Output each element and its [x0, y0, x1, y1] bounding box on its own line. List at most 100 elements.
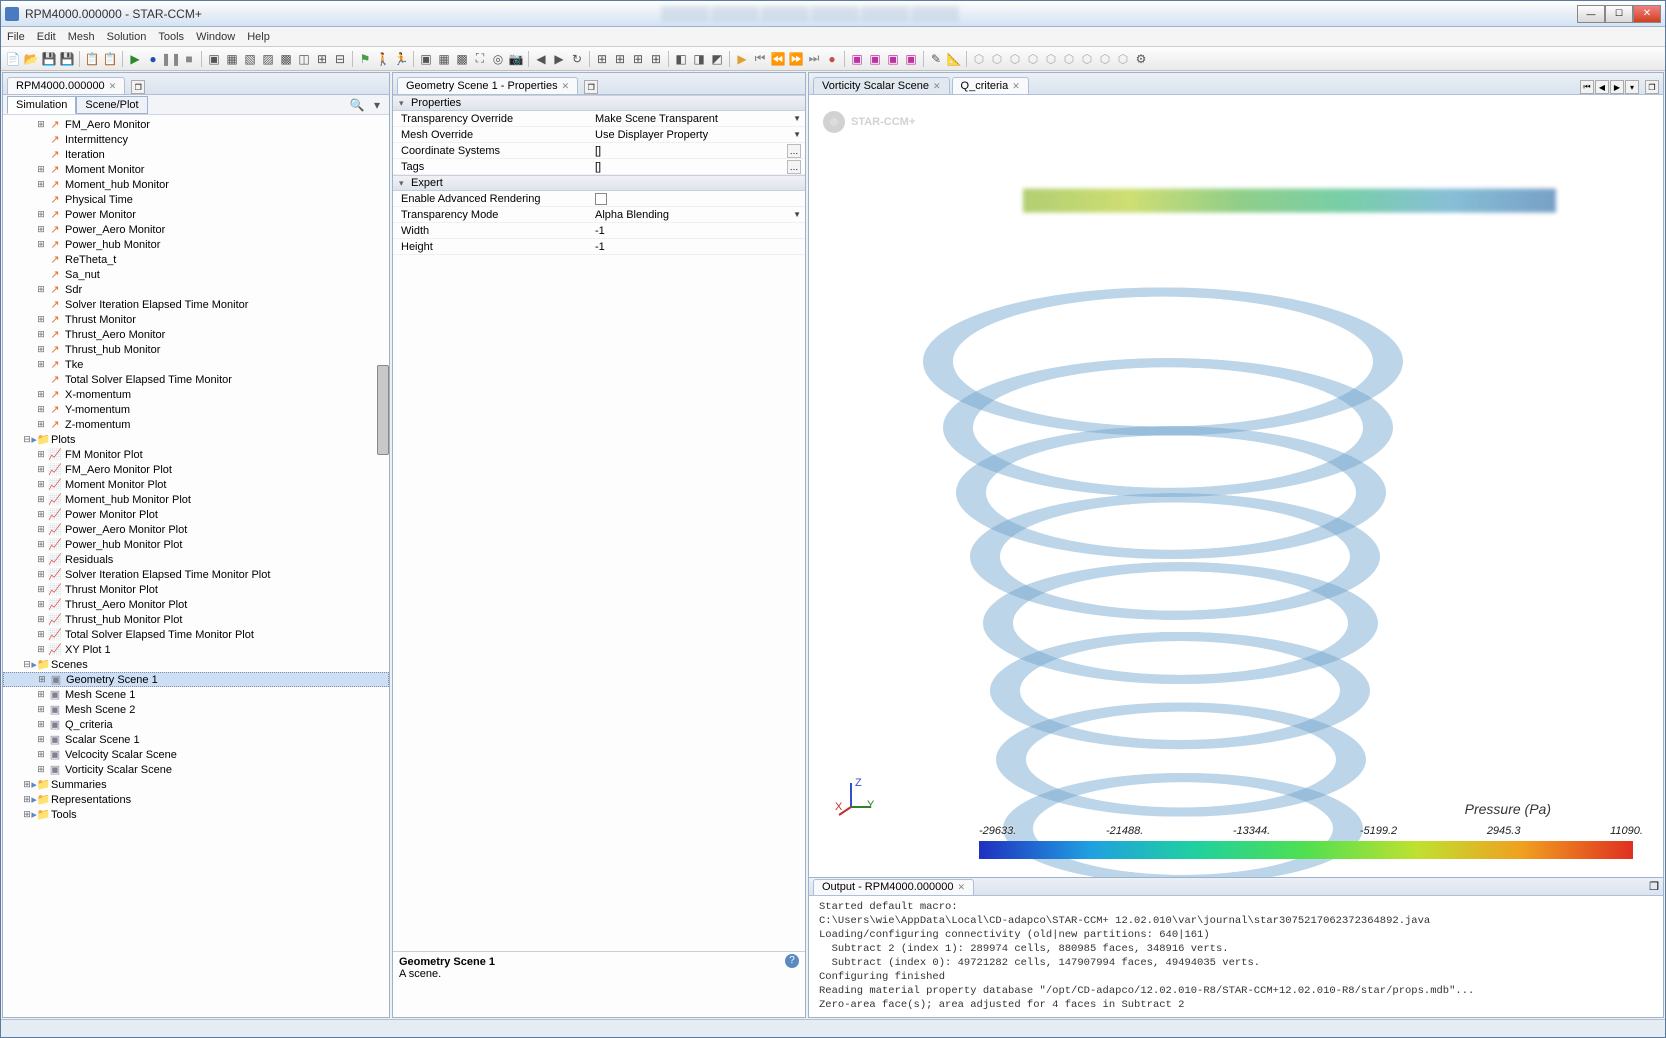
hex4-icon[interactable]: ⬡: [1025, 51, 1041, 67]
expand-icon[interactable]: ⊞: [35, 479, 47, 490]
prop-input[interactable]: [595, 225, 801, 237]
edit-button[interactable]: …: [787, 144, 801, 158]
focus-icon[interactable]: ◎: [490, 51, 506, 67]
expand-icon[interactable]: ⊞: [35, 689, 47, 700]
expand-icon[interactable]: ⊞: [35, 464, 47, 475]
tree-item[interactable]: ⊞📈Power_hub Monitor Plot: [3, 537, 389, 552]
menu-tools[interactable]: Tools: [158, 31, 184, 43]
expand-icon[interactable]: ⊞: [35, 509, 47, 520]
expand-icon[interactable]: ⊞: [36, 674, 48, 685]
cut1-icon[interactable]: ◧: [673, 51, 689, 67]
tab-nav-next-icon[interactable]: ▶: [1610, 80, 1624, 94]
hex2-icon[interactable]: ⬡: [989, 51, 1005, 67]
tab-nav-menu-icon[interactable]: ▾: [1625, 80, 1639, 94]
tree-item[interactable]: ⊞↗Power_Aero Monitor: [3, 222, 389, 237]
tree-item[interactable]: ⊞↗Moment Monitor: [3, 162, 389, 177]
expand-icon[interactable]: ⊞: [35, 164, 47, 175]
scene-tab-vorticity[interactable]: Vorticity Scalar Scene ✕: [813, 77, 950, 94]
run2-icon[interactable]: 🏃: [393, 51, 409, 67]
tree-item[interactable]: ⊞📈Thrust Monitor Plot: [3, 582, 389, 597]
prop-value-cell[interactable]: [591, 225, 805, 237]
expand-icon[interactable]: ⊞: [35, 614, 47, 625]
rec-first-icon[interactable]: ⏮: [752, 51, 768, 67]
expand-icon[interactable]: ⊞: [35, 524, 47, 535]
prop-value-cell[interactable]: Make Scene Transparent▼: [591, 113, 805, 125]
expand-icon[interactable]: ⊞: [35, 719, 47, 730]
axis-triad[interactable]: Z Y X: [837, 781, 877, 821]
expand-icon[interactable]: ⊞: [35, 179, 47, 190]
rec-last-icon[interactable]: ⏭: [806, 51, 822, 67]
ruler-icon[interactable]: 📐: [946, 51, 962, 67]
expand-icon[interactable]: ⊞: [35, 344, 47, 355]
menu-mesh[interactable]: Mesh: [68, 31, 95, 43]
tree-item[interactable]: ⊞↗X-momentum: [3, 387, 389, 402]
menu-window[interactable]: Window: [196, 31, 235, 43]
prev-icon[interactable]: ◀: [533, 51, 549, 67]
expand-icon[interactable]: ⊞: [35, 584, 47, 595]
tree-folder[interactable]: ⊞▸📁Tools: [3, 807, 389, 822]
tree-item[interactable]: ⊞↗Thrust_hub Monitor: [3, 342, 389, 357]
expand-icon[interactable]: ⊞: [35, 389, 47, 400]
scene-3d-view[interactable]: STAR-CCM+: [809, 95, 1663, 877]
close-scene-tab-icon[interactable]: ✕: [933, 81, 941, 92]
mesh-step3-icon[interactable]: ▧: [242, 51, 258, 67]
tree-item[interactable]: ⊞📈Thrust_hub Monitor Plot: [3, 612, 389, 627]
tree-item[interactable]: ⊞↗Thrust Monitor: [3, 312, 389, 327]
mesh-step4-icon[interactable]: ▨: [260, 51, 276, 67]
expand-icon[interactable]: ⊞: [35, 359, 47, 370]
close-output-icon[interactable]: ✕: [957, 882, 965, 893]
tree-item[interactable]: ⊞📈Solver Iteration Elapsed Time Monitor …: [3, 567, 389, 582]
maximize-button[interactable]: [1605, 5, 1633, 23]
expand-icon[interactable]: ⊞: [35, 209, 47, 220]
grid3-icon[interactable]: ⊞: [630, 51, 646, 67]
tree-item[interactable]: ⊞📈Residuals: [3, 552, 389, 567]
expand-icon[interactable]: ⊞: [35, 449, 47, 460]
tab-nav-prev-icon[interactable]: ◀: [1595, 80, 1609, 94]
close-scene-tab-icon[interactable]: ✕: [1012, 81, 1020, 92]
tree-item[interactable]: ⊞▣Vorticity Scalar Scene: [3, 762, 389, 777]
hex7-icon[interactable]: ⬡: [1079, 51, 1095, 67]
cut3-icon[interactable]: ◩: [709, 51, 725, 67]
tree-item[interactable]: ⊞▣Scalar Scene 1: [3, 732, 389, 747]
copy-icon[interactable]: 📋: [84, 51, 100, 67]
hex8-icon[interactable]: ⬡: [1097, 51, 1113, 67]
tree-folder[interactable]: ⊞▸📁Summaries: [3, 777, 389, 792]
tree-item[interactable]: ⊞↗Y-momentum: [3, 402, 389, 417]
run-icon[interactable]: ▶: [127, 51, 143, 67]
mesh-step5-icon[interactable]: ▩: [278, 51, 294, 67]
tree-folder[interactable]: ⊟▸📁Scenes: [3, 657, 389, 672]
paste-icon[interactable]: 📋: [102, 51, 118, 67]
hex3-icon[interactable]: ⬡: [1007, 51, 1023, 67]
stop-icon[interactable]: ■: [181, 51, 197, 67]
rec-prev-icon[interactable]: ⏪: [770, 51, 786, 67]
expand-icon[interactable]: ⊞: [35, 599, 47, 610]
sel4-icon[interactable]: ▣: [903, 51, 919, 67]
mesh-step6-icon[interactable]: ◫: [296, 51, 312, 67]
prop-value-cell[interactable]: Use Displayer Property▼: [591, 129, 805, 141]
sel2-icon[interactable]: ▣: [867, 51, 883, 67]
tree-item[interactable]: ⊞↗Sdr: [3, 282, 389, 297]
tree-search-icon[interactable]: 🔍: [349, 97, 365, 113]
tree-scrollbar[interactable]: [377, 365, 389, 455]
expand-icon[interactable]: ⊞: [35, 569, 47, 580]
prop-value-cell[interactable]: [591, 241, 805, 253]
legend-colorbar[interactable]: [979, 841, 1633, 859]
minimize-button[interactable]: [1577, 5, 1605, 23]
expand-icon[interactable]: ⊞: [35, 764, 47, 775]
sel3-icon[interactable]: ▣: [885, 51, 901, 67]
dropdown-icon[interactable]: ▼: [793, 114, 801, 123]
expand-icon[interactable]: ⊞: [35, 239, 47, 250]
tree-item[interactable]: ·↗ReTheta_t: [3, 252, 389, 267]
grid2-icon[interactable]: ⊞: [612, 51, 628, 67]
dropdown-icon[interactable]: ▼: [793, 210, 801, 219]
tree-item[interactable]: ⊞📈Total Solver Elapsed Time Monitor Plot: [3, 627, 389, 642]
tree-item[interactable]: ⊞▣Velcocity Scalar Scene: [3, 747, 389, 762]
menu-solution[interactable]: Solution: [107, 31, 147, 43]
mesh-step8-icon[interactable]: ⊟: [332, 51, 348, 67]
grid4-icon[interactable]: ⊞: [648, 51, 664, 67]
mesh-step7-icon[interactable]: ⊞: [314, 51, 330, 67]
properties-minimize-button[interactable]: ❐: [584, 80, 598, 94]
tab-simulation[interactable]: Simulation: [7, 96, 76, 114]
refresh-icon[interactable]: ↻: [569, 51, 585, 67]
expand-icon[interactable]: ⊞: [35, 224, 47, 235]
